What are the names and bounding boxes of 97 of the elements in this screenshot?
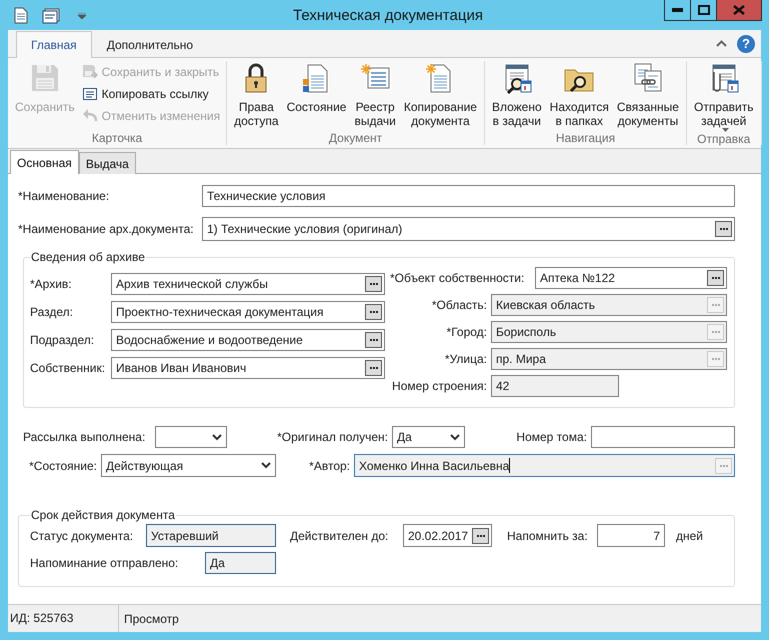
field-label: *Наименование арх.документа: — [18, 222, 195, 236]
field-label: *Город: — [446, 325, 488, 339]
ribbon-tab[interactable]: Дополнительно — [92, 31, 208, 58]
tab[interactable]: Выдача — [78, 152, 136, 174]
field-label: Раздел: — [30, 305, 74, 319]
ellipsis-icon — [368, 280, 378, 288]
field-label: Напомнить за: — [506, 528, 589, 542]
field-label: Рассылка выполнена: — [23, 430, 146, 444]
lookup-field[interactable]: пр. Мира — [491, 348, 727, 370]
lookup-field[interactable]: Борисполь — [491, 321, 727, 343]
dropdown[interactable] — [155, 426, 227, 448]
window-title: Техническая документация — [292, 6, 484, 24]
field-label: *Наименование: — [18, 189, 110, 203]
browse-button[interactable] — [365, 276, 382, 292]
dropdown[interactable]: Действующая — [101, 454, 276, 477]
group-label: Навигация — [554, 131, 616, 145]
browse-button[interactable] — [365, 360, 382, 376]
browse-button[interactable] — [365, 332, 382, 348]
group-title: Сведения об архиве — [30, 250, 146, 264]
minimize-button[interactable] — [664, 0, 691, 21]
close-icon — [733, 5, 745, 15]
ribbon-button[interactable]: Состояние — [284, 61, 350, 114]
close-button[interactable] — [716, 0, 762, 21]
field-label: *Объект собственности: — [390, 271, 526, 285]
ribbon-tab[interactable]: Главная — [16, 31, 92, 58]
field-label: Собственник: — [30, 361, 106, 375]
field-label: *Оригинал получен: — [276, 430, 389, 444]
ellipsis-icon — [368, 364, 378, 372]
collapse-icon — [716, 40, 727, 47]
card-icon — [42, 8, 60, 24]
text-field[interactable]: 42 — [491, 375, 619, 397]
field-label: Напоминание отправлено: — [30, 556, 180, 570]
ribbon-button[interactable]: Связанные документы — [614, 61, 682, 128]
ribbon-button[interactable]: Находится в папках — [546, 61, 612, 128]
undo-arrow-icon — [82, 108, 98, 124]
card-icon — [82, 86, 98, 102]
ribbon-button[interactable]: Вложено в задачи — [488, 61, 545, 128]
caret-down-icon — [722, 128, 729, 132]
text-field[interactable] — [591, 426, 735, 448]
dropdown[interactable]: Да — [392, 426, 465, 448]
status-text: ИД: 525763 — [8, 605, 119, 632]
group-label: Отправка — [696, 132, 752, 146]
browse-button[interactable] — [365, 304, 382, 320]
minimize-icon — [672, 8, 683, 12]
field-label: *Архив: — [30, 277, 73, 291]
number-field[interactable]: 7 — [597, 524, 665, 547]
ellipsis-icon — [710, 355, 720, 363]
text-field[interactable]: Устаревший — [146, 524, 276, 547]
field-label: Статус документа: — [30, 528, 134, 542]
group-label: Карточка — [90, 131, 144, 145]
browse-button[interactable] — [707, 270, 724, 286]
tab[interactable]: Основная — [10, 150, 79, 174]
field-label: *Улица: — [444, 352, 488, 366]
lookup-field[interactable]: Хоменко Инна Васильевна — [354, 454, 735, 477]
ellipsis-icon — [710, 301, 720, 309]
text-field[interactable]: Технические условия — [202, 185, 735, 207]
lookup-field[interactable]: Киевская область — [491, 294, 727, 316]
lookup-field[interactable]: Водоснабжение и водоотведение — [111, 329, 385, 351]
field-label: *Состояние: — [28, 458, 98, 472]
field-label: Номер тома: — [515, 430, 588, 444]
unit-label: дней — [676, 528, 704, 542]
chevron-down-icon — [212, 434, 222, 440]
document-icon — [14, 7, 28, 24]
maximize-icon — [698, 5, 710, 15]
field-label: Действителен до: — [289, 528, 390, 542]
field-label: Подраздел: — [30, 333, 96, 347]
ellipsis-icon — [710, 274, 720, 282]
lookup-field[interactable]: 1) Технические условия (оригинал) — [202, 217, 735, 241]
text-cursor — [509, 458, 510, 473]
field-label: *Область: — [430, 298, 488, 312]
lookup-field[interactable]: Архив технической службы — [111, 273, 385, 295]
caret-down-icon — [78, 12, 86, 18]
lookup-field[interactable]: Иванов Иван Иванович — [111, 357, 385, 379]
text-field[interactable]: Да — [205, 552, 276, 574]
ellipsis-icon — [718, 225, 728, 233]
group-label: Документ — [328, 131, 384, 145]
ellipsis-icon — [368, 336, 378, 344]
browse-button[interactable] — [715, 221, 732, 237]
ribbon-button[interactable]: Реестр выдачи — [351, 61, 399, 128]
chevron-down-icon — [450, 434, 460, 440]
ribbon-button[interactable]: Копирование документа — [400, 61, 480, 128]
ribbon-button[interactable]: Копировать ссылку — [80, 85, 222, 103]
linked-documents-icon — [632, 62, 664, 94]
lookup-field[interactable]: Проектно-техническая документация — [111, 301, 385, 323]
ribbon-button[interactable]: Права доступа — [231, 61, 282, 128]
lookup-field[interactable]: 20.02.2017 — [403, 524, 492, 547]
field-label: Номер строения: — [391, 379, 488, 393]
ellipsis-icon — [368, 308, 378, 316]
chevron-down-icon — [261, 462, 271, 469]
field-label: *Автор: — [308, 458, 351, 472]
browse-button[interactable] — [472, 528, 489, 544]
ribbon-button[interactable]: Отправить задачей — [690, 61, 756, 132]
ellipsis-icon — [710, 328, 720, 336]
status-text: Просмотр — [123, 612, 180, 626]
help-button[interactable]: ? — [737, 34, 755, 52]
lookup-field[interactable]: Аптека №122 — [535, 267, 727, 289]
group-title: Срок действия документа — [30, 508, 176, 522]
